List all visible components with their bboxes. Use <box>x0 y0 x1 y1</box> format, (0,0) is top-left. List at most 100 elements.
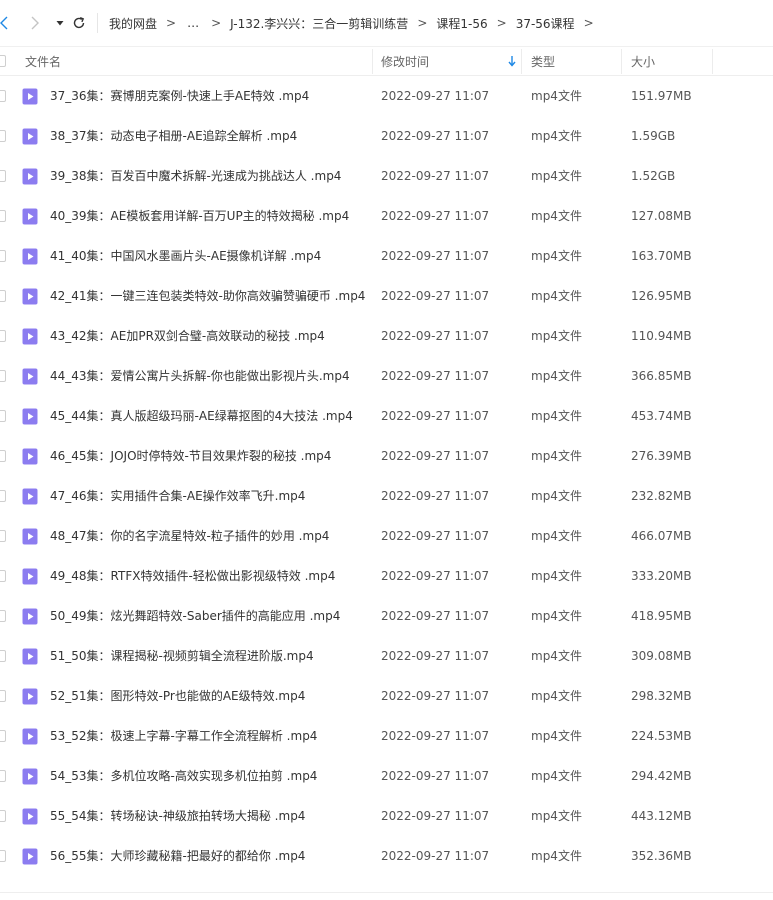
file-name[interactable]: 41_40集：中国风水墨画片头-AE摄像机详解 .mp4 <box>50 236 321 276</box>
file-checkbox[interactable] <box>0 170 6 182</box>
file-row[interactable]: 53_52集：极速上字幕-字幕工作全流程解析 .mp4 2022-09-27 1… <box>0 716 773 756</box>
file-row[interactable]: 39_38集：百发百中魔术拆解-光速成为挑战达人 .mp4 2022-09-27… <box>0 156 773 196</box>
file-name[interactable]: 40_39集：AE模板套用详解-百万UP主的特效揭秘 .mp4 <box>50 196 349 236</box>
column-resize-handle[interactable] <box>712 49 713 74</box>
column-header-modified[interactable]: 修改时间 <box>381 47 429 76</box>
breadcrumb-item-lessons[interactable]: 课程1-56 <box>436 15 487 32</box>
file-name[interactable]: 43_42集：AE加PR双剑合璧-高效联动的秘技 .mp4 <box>50 316 325 356</box>
file-name[interactable]: 54_53集：多机位攻略-高效实现多机位拍剪 .mp4 <box>50 756 317 796</box>
file-name[interactable]: 52_51集：图形特效-Pr也能做的AE级特效.mp4 <box>50 676 305 716</box>
forward-button[interactable] <box>25 13 45 33</box>
file-name[interactable]: 46_45集：JOJO时停特效-节目效果炸裂的秘技 .mp4 <box>50 436 331 476</box>
file-row[interactable]: 41_40集：中国风水墨画片头-AE摄像机详解 .mp4 2022-09-27 … <box>0 236 773 276</box>
file-row[interactable]: 51_50集：课程揭秘-视频剪辑全流程进阶版.mp4 2022-09-27 11… <box>0 636 773 676</box>
file-type: mp4文件 <box>531 249 582 263</box>
file-checkbox[interactable] <box>0 770 6 782</box>
chevron-right-icon <box>31 16 39 30</box>
file-row[interactable]: 48_47集：你的名字流星特效-粒子插件的妙用 .mp4 2022-09-27 … <box>0 516 773 556</box>
file-row[interactable]: 40_39集：AE模板套用详解-百万UP主的特效揭秘 .mp4 2022-09-… <box>0 196 773 236</box>
file-row[interactable]: 52_51集：图形特效-Pr也能做的AE级特效.mp4 2022-09-27 1… <box>0 676 773 716</box>
column-resize-handle[interactable] <box>521 49 522 74</box>
breadcrumb-item-course[interactable]: J-132.李兴兴：三合一剪辑训练营 <box>230 15 408 32</box>
breadcrumb-item-ellipsis[interactable]: … <box>187 16 199 30</box>
file-checkbox[interactable] <box>0 90 6 102</box>
file-name[interactable]: 50_49集：炫光舞蹈特效-Saber插件的高能应用 .mp4 <box>50 596 340 636</box>
file-size: 333.20MB <box>631 569 692 583</box>
file-checkbox[interactable] <box>0 690 6 702</box>
file-size: 276.39MB <box>631 449 692 463</box>
file-row[interactable]: 50_49集：炫光舞蹈特效-Saber插件的高能应用 .mp4 2022-09-… <box>0 596 773 636</box>
file-type: mp4文件 <box>531 209 582 223</box>
file-checkbox[interactable] <box>0 650 6 662</box>
file-name[interactable]: 55_54集：转场秘诀-神级旅拍转场大揭秘 .mp4 <box>50 796 305 836</box>
file-checkbox[interactable] <box>0 130 6 142</box>
file-modified-time: 2022-09-27 11:07 <box>381 849 490 863</box>
file-row[interactable]: 42_41集：一键三连包装类特效-助你高效骗赞骗硬币 .mp4 2022-09-… <box>0 276 773 316</box>
select-all-checkbox[interactable] <box>0 55 6 67</box>
file-modified-time: 2022-09-27 11:07 <box>381 89 490 103</box>
file-row[interactable]: 37_36集：赛博朋克案例-快速上手AE特效 .mp4 2022-09-27 1… <box>0 76 773 116</box>
file-name[interactable]: 49_48集：RTFX特效插件-轻松做出影视级特效 .mp4 <box>50 556 335 596</box>
video-file-icon <box>22 128 38 145</box>
column-resize-handle[interactable] <box>621 49 622 74</box>
refresh-button[interactable] <box>69 13 89 33</box>
breadcrumb-separator: > <box>166 16 177 30</box>
file-size: 294.42MB <box>631 769 692 783</box>
file-type: mp4文件 <box>531 329 582 343</box>
file-modified-time: 2022-09-27 11:07 <box>381 249 490 263</box>
file-checkbox[interactable] <box>0 290 6 302</box>
file-name[interactable]: 38_37集：动态电子相册-AE追踪全解析 .mp4 <box>50 116 297 156</box>
file-type: mp4文件 <box>531 409 582 423</box>
file-checkbox[interactable] <box>0 810 6 822</box>
file-checkbox[interactable] <box>0 210 6 222</box>
file-checkbox[interactable] <box>0 490 6 502</box>
file-row[interactable]: 44_43集：爱情公寓片头拆解-你也能做出影视片头.mp4 2022-09-27… <box>0 356 773 396</box>
file-name[interactable]: 47_46集：实用插件合集-AE操作效率飞升.mp4 <box>50 476 305 516</box>
file-checkbox[interactable] <box>0 250 6 262</box>
file-checkbox[interactable] <box>0 850 6 862</box>
back-button[interactable] <box>0 13 14 33</box>
column-header-size[interactable]: 大小 <box>631 47 655 76</box>
file-checkbox[interactable] <box>0 450 6 462</box>
file-name[interactable]: 42_41集：一键三连包装类特效-助你高效骗赞骗硬币 .mp4 <box>50 276 365 316</box>
file-row[interactable]: 43_42集：AE加PR双剑合璧-高效联动的秘技 .mp4 2022-09-27… <box>0 316 773 356</box>
file-checkbox[interactable] <box>0 330 6 342</box>
file-row[interactable]: 38_37集：动态电子相册-AE追踪全解析 .mp4 2022-09-27 11… <box>0 116 773 156</box>
file-checkbox[interactable] <box>0 410 6 422</box>
file-row[interactable]: 47_46集：实用插件合集-AE操作效率飞升.mp4 2022-09-27 11… <box>0 476 773 516</box>
file-checkbox[interactable] <box>0 370 6 382</box>
column-resize-handle[interactable] <box>372 49 373 74</box>
file-name[interactable]: 51_50集：课程揭秘-视频剪辑全流程进阶版.mp4 <box>50 636 314 676</box>
file-name[interactable]: 56_55集：大师珍藏秘籍-把最好的都给你 .mp4 <box>50 836 305 876</box>
history-dropdown-button[interactable] <box>50 13 70 33</box>
file-checkbox[interactable] <box>0 570 6 582</box>
file-row[interactable]: 46_45集：JOJO时停特效-节目效果炸裂的秘技 .mp4 2022-09-2… <box>0 436 773 476</box>
video-file-icon <box>22 728 38 745</box>
sort-descending-icon[interactable] <box>507 55 517 67</box>
file-checkbox[interactable] <box>0 730 6 742</box>
file-name[interactable]: 45_44集：真人版超级玛丽-AE绿幕抠图的4大技法 .mp4 <box>50 396 353 436</box>
file-row[interactable]: 55_54集：转场秘诀-神级旅拍转场大揭秘 .mp4 2022-09-27 11… <box>0 796 773 836</box>
file-row[interactable]: 54_53集：多机位攻略-高效实现多机位拍剪 .mp4 2022-09-27 1… <box>0 756 773 796</box>
breadcrumb-item-current[interactable]: 37-56课程 <box>516 15 575 32</box>
file-size: 126.95MB <box>631 289 692 303</box>
video-file-icon <box>22 568 38 585</box>
file-list-header: 文件名 修改时间 类型 大小 <box>0 46 773 76</box>
file-row[interactable]: 49_48集：RTFX特效插件-轻松做出影视级特效 .mp4 2022-09-2… <box>0 556 773 596</box>
video-file-icon <box>22 208 38 225</box>
file-row[interactable]: 56_55集：大师珍藏秘籍-把最好的都给你 .mp4 2022-09-27 11… <box>0 836 773 876</box>
file-name[interactable]: 37_36集：赛博朋克案例-快速上手AE特效 .mp4 <box>50 76 309 116</box>
breadcrumb-item-root[interactable]: 我的网盘 <box>109 15 157 32</box>
file-checkbox[interactable] <box>0 610 6 622</box>
file-name[interactable]: 39_38集：百发百中魔术拆解-光速成为挑战达人 .mp4 <box>50 156 341 196</box>
column-header-type[interactable]: 类型 <box>531 47 555 76</box>
column-header-name[interactable]: 文件名 <box>25 47 61 76</box>
video-file-icon <box>22 368 38 385</box>
video-file-icon <box>22 768 38 785</box>
file-name[interactable]: 44_43集：爱情公寓片头拆解-你也能做出影视片头.mp4 <box>50 356 350 396</box>
file-row[interactable]: 45_44集：真人版超级玛丽-AE绿幕抠图的4大技法 .mp4 2022-09-… <box>0 396 773 436</box>
file-checkbox[interactable] <box>0 530 6 542</box>
file-type: mp4文件 <box>531 809 582 823</box>
file-name[interactable]: 53_52集：极速上字幕-字幕工作全流程解析 .mp4 <box>50 716 317 756</box>
file-name[interactable]: 48_47集：你的名字流星特效-粒子插件的妙用 .mp4 <box>50 516 329 556</box>
